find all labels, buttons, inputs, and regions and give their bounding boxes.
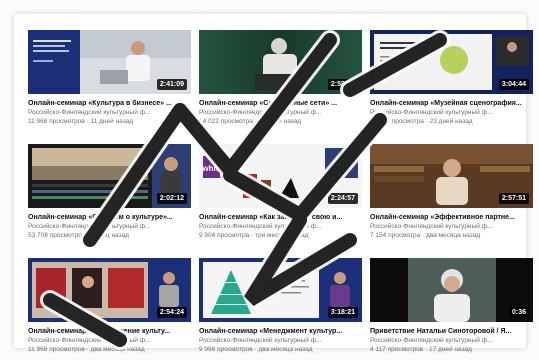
video-meta: 11 968 просмотров · два месяца назад <box>28 346 145 353</box>
video-meta: 11 968 просмотров · 11 дней назад <box>28 118 134 125</box>
video-meta: 14 022 просмотра · 11 дней назад <box>199 118 302 125</box>
video-card[interactable]: 2:54:24 Онлайн-семинар «Продвижение куль… <box>28 258 191 356</box>
video-card[interactable]: whiskas 2:24:57 Онлайн-семинар «Как защи… <box>199 144 362 242</box>
video-meta: 9 904 просмотра · три месяца назад <box>199 232 309 239</box>
video-card[interactable]: 3:18:21 Онлайн-семинар «Менеджмент культ… <box>199 258 362 356</box>
video-title[interactable]: Онлайн-семинар «Культура в бизнесе» ... <box>28 99 191 108</box>
video-title[interactable]: Онлайн-семинар «Эффективное партне... <box>370 213 533 222</box>
channel-name[interactable]: Российско-Финляндский культурный ф... <box>28 108 191 117</box>
video-card[interactable]: 2:41:09 Онлайн-семинар «Культура в бизне… <box>28 30 191 128</box>
video-meta: 9 998 просмотров · два месяца назад <box>199 346 313 353</box>
duration-badge: 2:57:51 <box>498 193 529 204</box>
video-meta: 4 117 просмотров · 17 дней назад <box>370 346 472 353</box>
channel-name[interactable]: Российско-Финляндский культурный ф... <box>199 108 362 117</box>
duration-badge: 2:24:57 <box>327 193 358 204</box>
video-title[interactable]: Онлайн-семинар «Менеджмент культур... <box>199 327 362 336</box>
video-thumbnail[interactable]: 0:36 <box>370 258 533 322</box>
duration-badge: 2:02:12 <box>156 193 187 204</box>
results-panel: 2:41:09 Онлайн-семинар «Культура в бизне… <box>14 14 533 353</box>
duration-badge: 3:18:21 <box>327 307 358 318</box>
channel-name[interactable]: Российско-Финляндский культурный ф... <box>370 222 533 231</box>
channel-name[interactable]: Российско-Финляндский культурный ф... <box>199 336 362 345</box>
video-meta: 37 494 просмотра · 23 дней назад <box>370 118 473 125</box>
video-card[interactable]: 0:36 Приветствие Натальи Синоторовой / Я… <box>370 258 533 356</box>
video-title[interactable]: Онлайн-семинар «Продвижение культу... <box>28 327 191 336</box>
duration-badge: 0:36 <box>508 307 529 318</box>
channel-name[interactable]: Российско-Финляндский культурный ф... <box>370 336 533 345</box>
slide-logo-text: whiskas <box>201 164 234 173</box>
video-card[interactable]: 2:58:36 Онлайн-семинар «Социальные сети»… <box>199 30 362 128</box>
video-card[interactable]: 3:04:44 Онлайн-семинар «Музейная сценогр… <box>370 30 533 128</box>
video-thumbnail[interactable]: 2:58:36 <box>199 30 362 94</box>
video-thumbnail[interactable]: 2:02:12 <box>28 144 191 208</box>
duration-badge: 2:54:24 <box>156 307 187 318</box>
video-card[interactable]: 2:02:12 Онлайн-семинар «Снимаем о культу… <box>28 144 191 242</box>
video-thumbnail[interactable]: whiskas 2:24:57 <box>199 144 362 208</box>
video-title[interactable]: Приветствие Натальи Синоторовой / Я... <box>370 327 533 336</box>
channel-name[interactable]: Российско-Финляндский культурный ф... <box>370 108 533 117</box>
video-thumbnail[interactable]: 2:57:51 <box>370 144 533 208</box>
duration-badge: 2:41:09 <box>156 79 187 90</box>
duration-badge: 2:58:36 <box>327 79 358 90</box>
video-title[interactable]: Онлайн-семинар «Как защитить свою и... <box>199 213 362 222</box>
channel-name[interactable]: Российско-Финляндский культурный ф... <box>28 222 191 231</box>
duration-badge: 3:04:44 <box>498 79 529 90</box>
video-title[interactable]: Онлайн-семинар «Снимаем о культуре»... <box>28 213 191 222</box>
video-thumbnail[interactable]: 3:04:44 <box>370 30 533 94</box>
video-thumbnail[interactable]: 2:54:24 <box>28 258 191 322</box>
page: 2:41:09 Онлайн-семинар «Культура в бизне… <box>0 0 539 360</box>
video-thumbnail[interactable]: 3:18:21 <box>199 258 362 322</box>
video-meta: 7 154 просмотра · два месяца назад <box>370 232 481 239</box>
channel-name[interactable]: Российско-Финляндский культурный ф... <box>199 222 362 231</box>
video-grid: 2:41:09 Онлайн-семинар «Культура в бизне… <box>28 30 533 356</box>
channel-name[interactable]: Российско-Финляндский культурный ф... <box>28 336 191 345</box>
video-meta: 53 708 просмотров · месяц назад <box>28 232 129 239</box>
video-title[interactable]: Онлайн-семинар «Музейная сценография... <box>370 99 533 108</box>
video-card[interactable]: 2:57:51 Онлайн-семинар «Эффективное парт… <box>370 144 533 242</box>
video-title[interactable]: Онлайн-семинар «Социальные сети» ... <box>199 99 362 108</box>
video-thumbnail[interactable]: 2:41:09 <box>28 30 191 94</box>
